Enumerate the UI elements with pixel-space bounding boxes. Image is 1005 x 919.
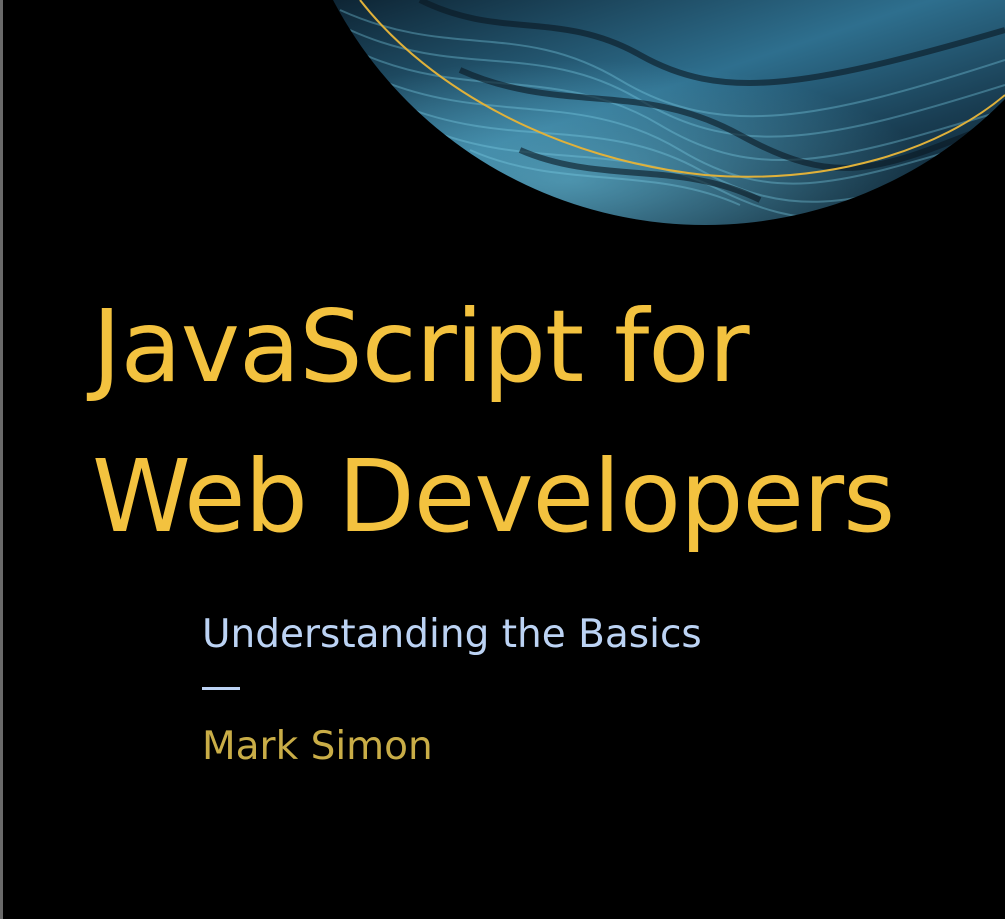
title-line-1: JavaScript for — [92, 288, 750, 405]
abstract-wave-art — [285, 0, 1005, 225]
book-cover: JavaScript for Web Developers Understand… — [0, 0, 1005, 919]
book-title: JavaScript for Web Developers — [92, 272, 895, 572]
title-line-2: Web Developers — [92, 438, 895, 555]
book-subtitle: Understanding the Basics — [202, 612, 702, 657]
book-author: Mark Simon — [202, 724, 433, 769]
divider-rule — [202, 687, 240, 690]
sphere-fill — [285, 0, 1005, 225]
